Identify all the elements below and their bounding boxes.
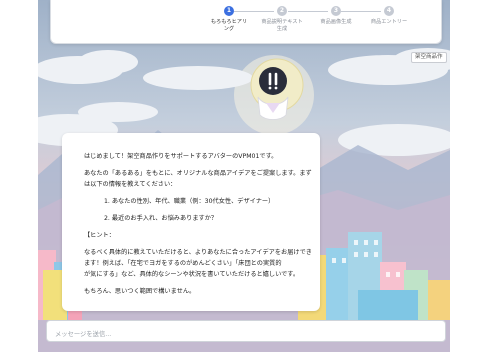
chat-line: あなたの「あるある」をもとに、オリジナルな商品アイデアをご提案します。まず <box>84 170 312 177</box>
chat-line: が気にする」など、具体的なシーンや状況を書いていただけると嬉しいです。 <box>84 271 300 278</box>
assistant-message-card: はじめまして！架空商品作りをサポートするアバターのVPM01です。 あなたの「あ… <box>62 133 320 311</box>
chat-hint-heading: 【ヒント： <box>84 232 115 239</box>
step-number: 3 <box>331 6 341 16</box>
step-2-description[interactable]: 2 商品説明テキスト 生成 <box>254 6 310 33</box>
chat-line: なるべく具体的に教えていただけると、よりあなたに合ったアイデアをお届けでき <box>84 249 312 256</box>
step-label: 商品エントリー <box>370 19 408 25</box>
message-input[interactable] <box>47 325 443 344</box>
step-1-hearing[interactable]: 1 もろもろヒアリ ング <box>201 6 257 33</box>
step-4-entry[interactable]: 4 商品エントリー <box>361 6 417 26</box>
chat-line: ます！例えば、「在宅でヨガをするのがめんどくさい」「床団との実質的 <box>84 260 282 267</box>
chat-list-item: 2. 最近のお手入れ、お悩みありますか？ <box>104 215 218 222</box>
step-label: もろもろヒアリ ング <box>210 19 248 32</box>
avatar-mascot <box>246 57 306 129</box>
chat-line: は以下の情報を教えてください： <box>84 181 177 188</box>
chat-line: はじめまして！架空商品作りをサポートするアバターのVPM01です。 <box>84 153 278 160</box>
avatar-name-tag: 架空商品作 <box>411 52 447 63</box>
step-label: 商品説明テキスト 生成 <box>261 19 303 32</box>
step-number: 2 <box>277 6 287 16</box>
message-input-bar[interactable] <box>46 320 446 344</box>
chat-list-item: 1. あなたの性別、年代、職業（例：30代女性、デザイナー） <box>104 198 275 205</box>
step-number: 1 <box>224 6 234 16</box>
progress-stepper: 1 もろもろヒアリ ング 2 商品説明テキスト 生成 3 商品画像生成 4 商品… <box>50 0 442 44</box>
step-label: 商品画像生成 <box>320 19 352 25</box>
step-number: 4 <box>384 6 394 16</box>
step-3-image[interactable]: 3 商品画像生成 <box>308 6 364 26</box>
chat-line: もちろん、思いつく範囲で構いません。 <box>84 288 196 295</box>
